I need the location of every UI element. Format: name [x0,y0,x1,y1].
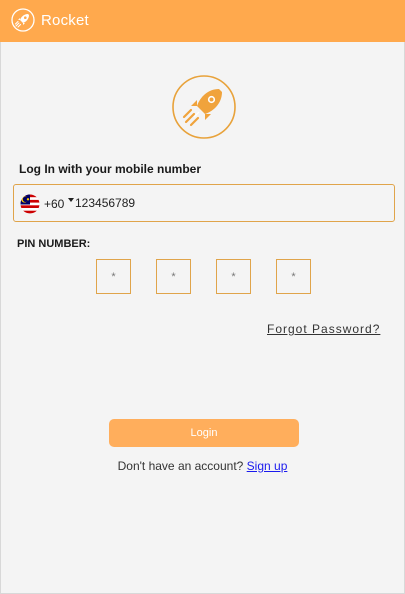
pin-digit-3[interactable] [216,259,251,294]
app-bar: Rocket [0,0,405,42]
phone-number-field[interactable]: +60 [13,184,395,222]
phone-number-input[interactable] [75,191,375,215]
malaysia-flag-icon[interactable] [19,194,41,214]
pin-digit-1[interactable] [96,259,131,294]
signup-row: Don't have an account? Sign up [0,459,405,473]
forgot-password-link[interactable]: Forgot Password? [267,322,380,336]
login-button[interactable]: Login [109,419,299,447]
pin-digit-2[interactable] [156,259,191,294]
pin-number-label: PIN NUMBER: [17,238,91,250]
rocket-icon [11,8,35,32]
mobile-number-label: Log In with your mobile number [19,162,201,176]
country-code[interactable]: +60 [44,197,64,211]
signup-prompt: Don't have an account? [117,459,244,473]
pin-digit-4[interactable] [276,259,311,294]
signup-link[interactable]: Sign up [247,459,288,473]
caret-down-icon[interactable] [68,198,74,202]
app-title: Rocket [41,12,89,29]
rocket-logo-icon [172,75,236,139]
